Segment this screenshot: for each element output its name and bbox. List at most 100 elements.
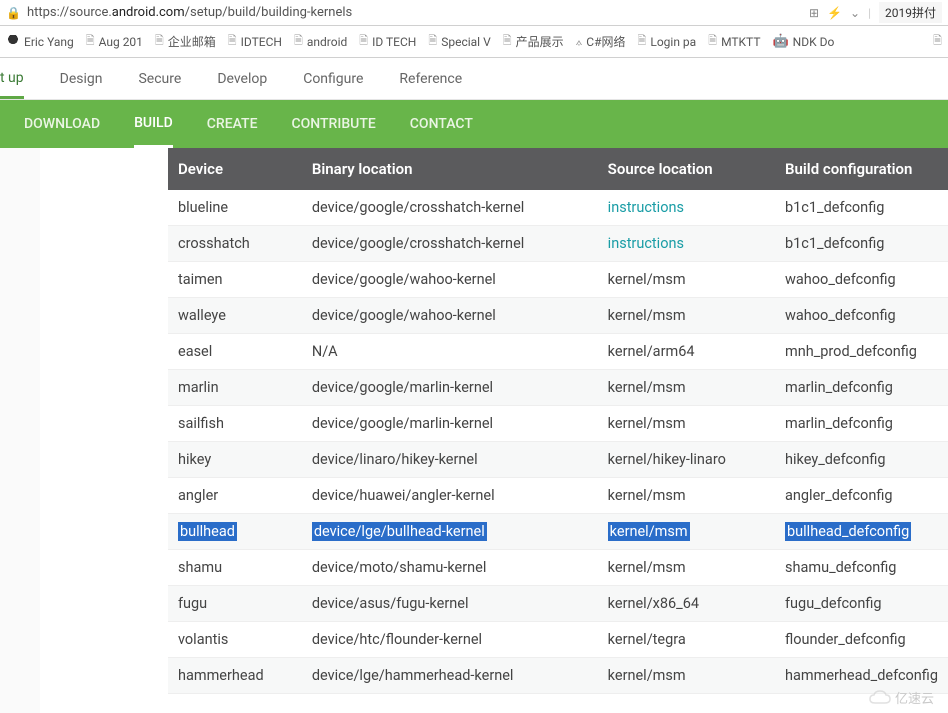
cell-build: flounder_defconfig <box>775 622 948 658</box>
cell-source-link[interactable]: instructions <box>608 235 684 252</box>
file-icon: 🗎 <box>228 32 237 51</box>
file-icon: 🗎 <box>708 32 717 51</box>
file-icon: 🗎 <box>155 32 164 51</box>
cell-binary: device/google/wahoo-kernel <box>302 262 598 298</box>
csharp-icon: ⟑ <box>576 35 583 49</box>
green-nav-item[interactable]: CREATE <box>207 102 258 146</box>
table-row: hikeydevice/linaro/hikey-kernelkernel/hi… <box>168 442 948 478</box>
green-nav-item[interactable]: CONTRIBUTE <box>292 102 376 146</box>
th-device: Device <box>168 148 302 190</box>
site-nav-item[interactable]: Reference <box>399 61 462 97</box>
bookmark-item[interactable]: 🗎Aug 201 <box>86 32 143 51</box>
th-binary: Binary location <box>302 148 598 190</box>
url-domain: android.com <box>112 5 185 20</box>
file-icon[interactable]: 🗎 <box>933 32 942 51</box>
site-nav-item[interactable]: Configure <box>303 61 363 97</box>
green-nav: DOWNLOAD BUILD CREATE CONTRIBUTE CONTACT <box>0 100 948 148</box>
cell-binary: device/huawei/angler-kernel <box>302 478 598 514</box>
kernel-table: Device Binary location Source location B… <box>168 148 948 694</box>
site-nav-item[interactable]: Secure <box>138 61 181 97</box>
cell-binary: device/google/wahoo-kernel <box>302 298 598 334</box>
cell-binary: device/google/crosshatch-kernel <box>302 190 598 226</box>
file-icon: 🗎 <box>86 32 95 51</box>
cell-device: fugu <box>168 586 302 622</box>
watermark: 亿速云 <box>869 688 934 707</box>
cell-binary: N/A <box>302 334 598 370</box>
bookmark-label: C#网络 <box>586 33 625 50</box>
green-nav-item[interactable]: DOWNLOAD <box>24 102 100 146</box>
site-nav: t up Design Secure Develop Configure Referenc… <box>0 58 948 100</box>
android-icon: 🤖 <box>772 34 788 49</box>
bookmark-label: IDTECH <box>241 35 282 49</box>
green-nav-item[interactable]: BUILD <box>134 101 173 148</box>
watermark-text: 亿速云 <box>895 688 934 707</box>
site-nav-item[interactable]: Design <box>60 61 103 97</box>
cell-build: wahoo_defconfig <box>775 298 948 334</box>
th-source: Source location <box>598 148 775 190</box>
content-area: Device Binary location Source location B… <box>0 148 948 713</box>
chevron-down-icon[interactable]: ⌄ <box>850 6 860 20</box>
cell-device: volantis <box>168 622 302 658</box>
person-icon <box>6 35 20 49</box>
cell-build: marlin_defconfig <box>775 406 948 442</box>
cell-build: angler_defconfig <box>775 478 948 514</box>
bookmark-item[interactable]: 🤖NDK Do <box>772 34 834 49</box>
table-row: bullheaddevice/lge/bullhead-kernelkernel… <box>168 514 948 550</box>
cell-source[interactable]: instructions <box>598 190 775 226</box>
cell-device: easel <box>168 334 302 370</box>
cell-source: kernel/msm <box>598 370 775 406</box>
file-icon: 🗎 <box>294 32 303 51</box>
cell-source-link[interactable]: instructions <box>608 199 684 216</box>
bookmark-item[interactable]: ⟑C#网络 <box>576 33 626 50</box>
bookmark-item[interactable]: 🗎企业邮箱 <box>155 32 216 51</box>
cell-build: shamu_defconfig <box>775 550 948 586</box>
lock-icon: 🔒 <box>6 6 21 20</box>
cell-build: mnh_prod_defconfig <box>775 334 948 370</box>
bookmark-item[interactable]: Eric Yang <box>6 35 74 49</box>
table-row: easelN/Akernel/arm64mnh_prod_defconfig <box>168 334 948 370</box>
bookmark-item[interactable]: 🗎ID TECH <box>359 32 416 51</box>
site-nav-item[interactable]: t up <box>0 60 24 99</box>
bookmark-label: MTKTT <box>721 35 760 49</box>
cell-source: kernel/tegra <box>598 622 775 658</box>
table-row: fugudevice/asus/fugu-kernelkernel/x86_64… <box>168 586 948 622</box>
cell-source: kernel/hikey-linaro <box>598 442 775 478</box>
bookmark-label: android <box>307 35 347 49</box>
cell-build: hikey_defconfig <box>775 442 948 478</box>
bookmark-item[interactable]: 🗎Special V <box>428 32 490 51</box>
year-badge[interactable]: 2019拼付 <box>879 2 942 23</box>
cell-device: bullhead <box>168 514 302 550</box>
bookmark-label: 企业邮箱 <box>168 33 216 50</box>
cell-device: hammerhead <box>168 658 302 694</box>
cell-source: kernel/msm <box>598 514 775 550</box>
bookmark-item[interactable]: 🗎 IDTECH <box>228 32 282 51</box>
bookmark-label: Eric Yang <box>24 35 74 49</box>
table-row: hammerheaddevice/lge/hammerhead-kernelke… <box>168 658 948 694</box>
bookmark-label: Special V <box>441 35 491 49</box>
cell-binary: device/linaro/hikey-kernel <box>302 442 598 478</box>
table-row: volantisdevice/htc/flounder-kernelkernel… <box>168 622 948 658</box>
qr-icon[interactable]: ⊞ <box>809 6 819 20</box>
bolt-icon[interactable]: ⚡ <box>827 6 842 20</box>
address-bar: 🔒 https://source.android.com/setup/build… <box>0 0 948 26</box>
bookmark-item[interactable]: 🗎Login pa <box>638 32 697 51</box>
green-nav-item[interactable]: CONTACT <box>410 102 473 146</box>
cell-source[interactable]: instructions <box>598 226 775 262</box>
cell-binary: device/lge/hammerhead-kernel <box>302 658 598 694</box>
table-header-row: Device Binary location Source location B… <box>168 148 948 190</box>
bookmark-bar: Eric Yang🗎Aug 201🗎企业邮箱🗎IDTECH🗎android🗎ID… <box>0 26 948 58</box>
cell-source: kernel/arm64 <box>598 334 775 370</box>
cell-device: hikey <box>168 442 302 478</box>
bookmark-item[interactable]: 🗎 android <box>294 32 347 51</box>
url-text[interactable]: https://source.android.com/setup/build/b… <box>27 5 809 20</box>
bookmark-item[interactable]: 🗎 MTKTT <box>708 32 760 51</box>
bookmark-item[interactable]: 🗎产品展示 <box>503 32 564 51</box>
divider: | <box>868 6 871 20</box>
table-row: marlindevice/google/marlin-kernelkernel/… <box>168 370 948 406</box>
cell-build: marlin_defconfig <box>775 370 948 406</box>
table-row: bluelinedevice/google/crosshatch-kerneli… <box>168 190 948 226</box>
table-row: anglerdevice/huawei/angler-kernelkernel/… <box>168 478 948 514</box>
cell-binary: device/google/marlin-kernel <box>302 406 598 442</box>
site-nav-item[interactable]: Develop <box>217 61 267 97</box>
cell-build: b1c1_defconfig <box>775 190 948 226</box>
